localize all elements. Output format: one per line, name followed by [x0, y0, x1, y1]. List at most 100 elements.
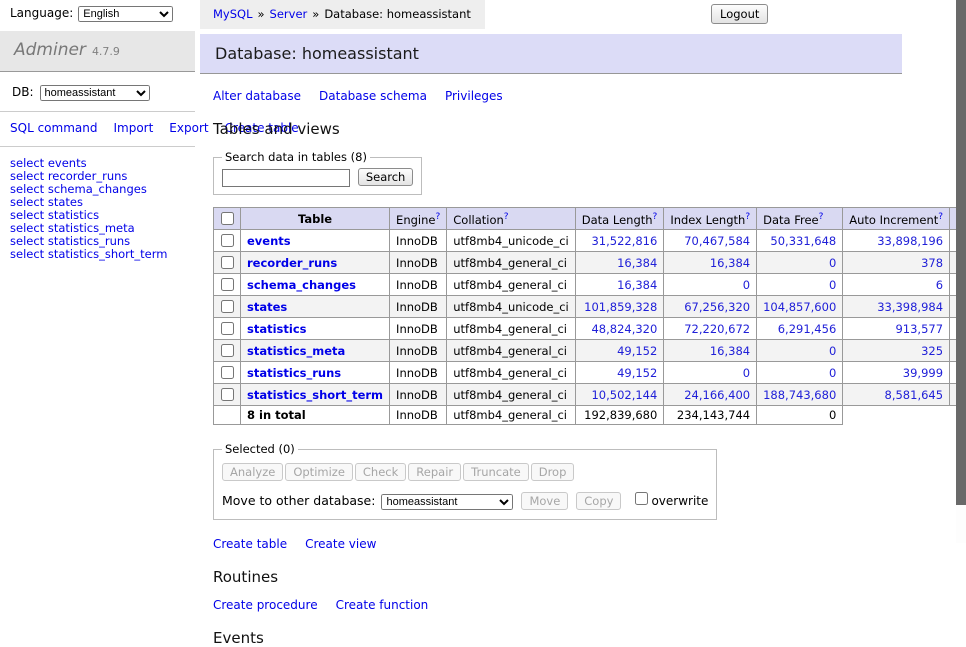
- search-legend: Search data in tables (8): [222, 150, 370, 164]
- data-free-link[interactable]: 0: [829, 344, 836, 358]
- index-length-link[interactable]: 0: [743, 366, 750, 380]
- link-create-function[interactable]: Create function: [336, 598, 429, 612]
- help-link[interactable]: ?: [745, 212, 750, 222]
- auto-increment-link[interactable]: 39,999: [903, 366, 943, 380]
- help-link[interactable]: ?: [504, 212, 509, 222]
- check-button[interactable]: Check: [355, 463, 406, 481]
- select-all-checkbox[interactable]: [221, 212, 234, 225]
- truncate-button[interactable]: Truncate: [463, 463, 529, 481]
- help-link[interactable]: ?: [435, 212, 440, 222]
- row-checkbox[interactable]: [221, 322, 234, 335]
- data-length-link[interactable]: 16,384: [617, 256, 657, 270]
- table-name-link[interactable]: statistics_runs: [247, 366, 341, 380]
- index-length-link[interactable]: 67,256,320: [684, 300, 750, 314]
- move-button[interactable]: Move: [521, 492, 568, 510]
- auto-increment-link[interactable]: 33,398,984: [877, 300, 943, 314]
- data-free-link[interactable]: 104,857,600: [763, 300, 836, 314]
- index-length-link[interactable]: 24,166,400: [684, 388, 750, 402]
- row-checkbox[interactable]: [221, 278, 234, 291]
- adminer-logo[interactable]: Adminer: [14, 40, 86, 60]
- move-label: Move to other database:: [222, 493, 375, 508]
- table-name-link[interactable]: recorder_runs: [247, 256, 337, 270]
- auto-increment-link[interactable]: 33,898,196: [877, 234, 943, 248]
- table-name-link[interactable]: schema_changes: [247, 278, 356, 292]
- data-length-link[interactable]: 31,522,816: [591, 234, 657, 248]
- sidebar-action-sql-command[interactable]: SQL command: [10, 121, 97, 135]
- move-row: Move to other database: homeassistant Mov…: [222, 489, 708, 510]
- help-link[interactable]: ?: [653, 212, 658, 222]
- row-select-cell: [214, 362, 241, 384]
- table-name-link[interactable]: statistics_meta: [247, 344, 345, 358]
- data-length-link[interactable]: 49,152: [617, 344, 657, 358]
- sidebar-item-select-statistics_short_term[interactable]: select statistics_short_term: [10, 248, 195, 261]
- data-length-link[interactable]: 49,152: [617, 366, 657, 380]
- row-select-cell: [214, 274, 241, 296]
- analyze-button[interactable]: Analyze: [222, 463, 283, 481]
- row-checkbox[interactable]: [221, 256, 234, 269]
- search-input[interactable]: [222, 169, 350, 187]
- auto-increment-link[interactable]: 6: [936, 278, 943, 292]
- link-create-procedure[interactable]: Create procedure: [213, 598, 318, 612]
- cell-table-name: statistics_meta: [241, 340, 390, 362]
- help-link[interactable]: ?: [938, 212, 943, 222]
- row-checkbox[interactable]: [221, 388, 234, 401]
- auto-increment-link[interactable]: 913,577: [895, 322, 943, 336]
- table-name-link[interactable]: events: [247, 234, 291, 248]
- index-length-link[interactable]: 16,384: [710, 256, 750, 270]
- link-database-schema[interactable]: Database schema: [319, 89, 427, 103]
- link-create-view[interactable]: Create view: [305, 537, 376, 551]
- data-free-link[interactable]: 0: [829, 278, 836, 292]
- table-name-link[interactable]: statistics_short_term: [247, 388, 383, 402]
- data-free-link[interactable]: 0: [829, 366, 836, 380]
- column-header-label: Index Length: [670, 213, 745, 227]
- data-free-link[interactable]: 0: [829, 256, 836, 270]
- data-free-link[interactable]: 188,743,680: [763, 388, 836, 402]
- overwrite-checkbox[interactable]: [635, 492, 648, 505]
- page-scrollbar[interactable]: [956, 0, 966, 543]
- data-length-link[interactable]: 101,859,328: [584, 300, 657, 314]
- row-checkbox[interactable]: [221, 300, 234, 313]
- auto-increment-link[interactable]: 8,581,645: [885, 388, 944, 402]
- search-button[interactable]: Search: [358, 168, 414, 186]
- row-checkbox[interactable]: [221, 234, 234, 247]
- page-title: Database: homeassistant: [200, 34, 902, 74]
- move-db-select[interactable]: homeassistant: [381, 494, 513, 510]
- row-checkbox[interactable]: [221, 344, 234, 357]
- optimize-button[interactable]: Optimize: [285, 463, 353, 481]
- index-length-link[interactable]: 16,384: [710, 344, 750, 358]
- help-link[interactable]: ?: [819, 212, 824, 222]
- language-select[interactable]: English: [78, 6, 173, 22]
- auto-increment-link[interactable]: 378: [921, 256, 943, 270]
- index-length-link[interactable]: 0: [743, 278, 750, 292]
- table-header: TableEngine?Collation?Data Length?Index …: [214, 208, 966, 230]
- scrollbar-thumb[interactable]: [956, 0, 966, 505]
- overwrite-option: overwrite: [631, 494, 708, 508]
- total-data-length: 192,839,680: [575, 406, 664, 425]
- breadcrumb-item[interactable]: MySQL: [213, 7, 253, 21]
- breadcrumb-item[interactable]: Server: [270, 7, 308, 21]
- auto-increment-link[interactable]: 325: [921, 344, 943, 358]
- data-length-link[interactable]: 10,502,144: [591, 388, 657, 402]
- link-create-table[interactable]: Create table: [213, 537, 287, 551]
- data-length-link[interactable]: 48,824,320: [591, 322, 657, 336]
- sidebar-action-import[interactable]: Import: [113, 121, 153, 135]
- table-name-link[interactable]: states: [247, 300, 287, 314]
- row-select-cell: [214, 340, 241, 362]
- column-header-label: Engine: [396, 213, 435, 227]
- repair-button[interactable]: Repair: [408, 463, 461, 481]
- logout-button[interactable]: Logout: [711, 4, 768, 24]
- link-alter-database[interactable]: Alter database: [213, 89, 301, 103]
- row-checkbox[interactable]: [221, 366, 234, 379]
- table-name-link[interactable]: statistics: [247, 322, 307, 336]
- index-length-link[interactable]: 72,220,672: [684, 322, 750, 336]
- link-privileges[interactable]: Privileges: [445, 89, 503, 103]
- column-header-collation: Collation?: [447, 208, 576, 230]
- drop-button[interactable]: Drop: [531, 463, 575, 481]
- index-length-link[interactable]: 70,467,584: [684, 234, 750, 248]
- data-free-link[interactable]: 6,291,456: [778, 322, 837, 336]
- data-length-link[interactable]: 16,384: [617, 278, 657, 292]
- data-free-link[interactable]: 50,331,648: [770, 234, 836, 248]
- copy-button[interactable]: Copy: [576, 492, 621, 510]
- db-label: DB:: [12, 85, 34, 99]
- db-select[interactable]: homeassistant: [40, 85, 150, 101]
